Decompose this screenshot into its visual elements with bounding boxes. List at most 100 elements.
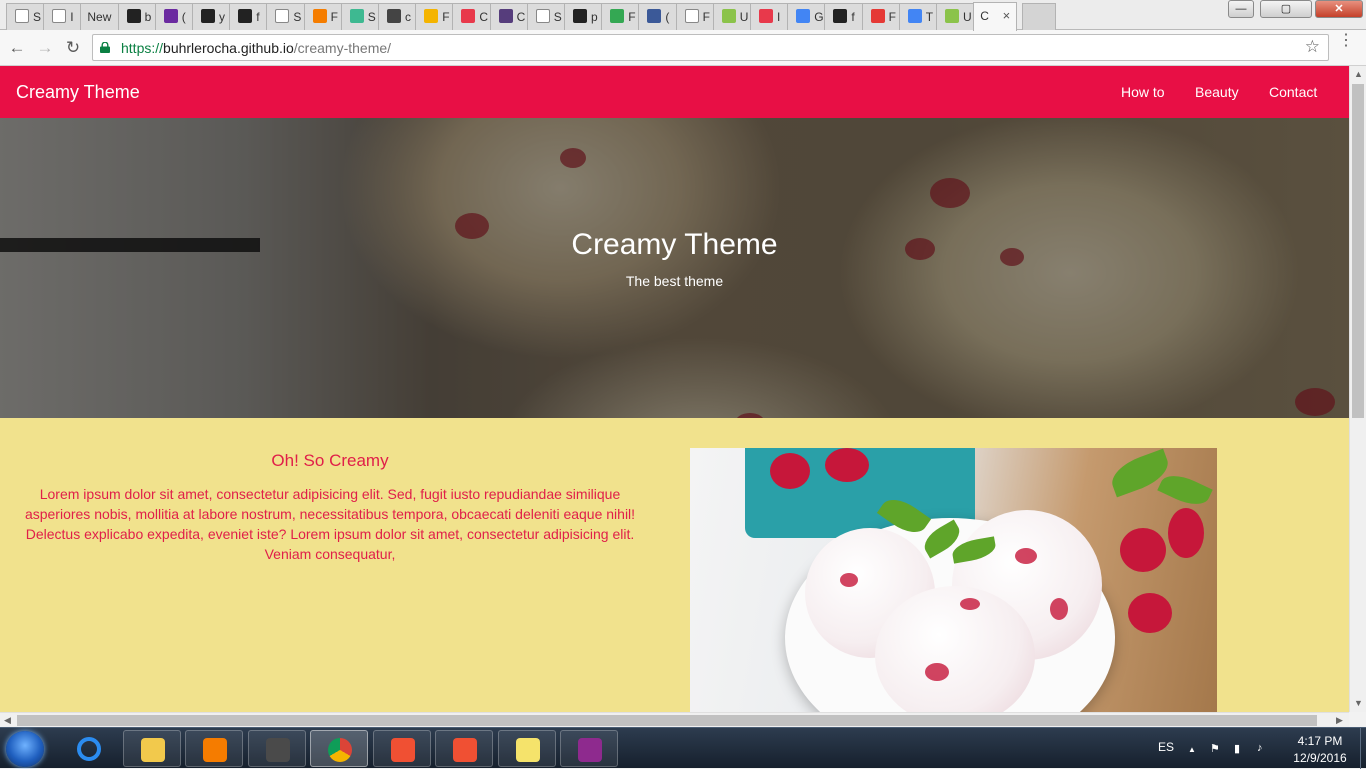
browser-tab[interactable]: U: [936, 3, 976, 30]
vertical-scrollbar[interactable]: ▲ ▼: [1349, 66, 1366, 712]
sublime-text-icon: [265, 738, 290, 762]
browser-tab[interactable]: F: [415, 3, 455, 30]
raspberry-swirl: [840, 573, 858, 587]
url-path: /creamy-theme/: [293, 40, 392, 56]
taskbar-app-internet-explorer[interactable]: [60, 730, 118, 767]
tab-title: S: [367, 10, 376, 24]
hero-title: Creamy Theme: [571, 228, 778, 261]
browser-tab[interactable]: y: [192, 3, 232, 30]
browser-tab[interactable]: (: [154, 3, 194, 30]
tray-expand-icon[interactable]: ▲: [1188, 745, 1196, 754]
power-icon[interactable]: ▮: [1234, 742, 1240, 755]
browser-tab[interactable]: f: [229, 3, 269, 30]
browser-tab[interactable]: I: [750, 3, 790, 30]
m-icon: [461, 9, 476, 23]
browser-tab[interactable]: f: [824, 3, 864, 30]
clock-date[interactable]: 12/9/2016: [1282, 751, 1358, 765]
reload-button[interactable]: ↻: [62, 37, 84, 59]
browser-tab[interactable]: S: [6, 3, 46, 30]
scroll-up-arrow-icon[interactable]: ▲: [1354, 69, 1363, 79]
browser-tab[interactable]: p: [564, 3, 604, 30]
blogger-icon: [312, 9, 327, 23]
browser-tab[interactable]: C: [489, 3, 529, 30]
show-desktop-button[interactable]: [1360, 728, 1366, 769]
browser-tab[interactable]: F: [675, 3, 715, 30]
page-icon: [275, 9, 290, 23]
taskbar-app-git-gui[interactable]: [435, 730, 493, 767]
taskbar-app-git[interactable]: [372, 730, 431, 767]
file-explorer-icon: [140, 738, 165, 762]
nav-link-contact[interactable]: Contact: [1269, 84, 1317, 100]
mail-icon: [163, 9, 178, 23]
nav-link-beauty[interactable]: Beauty: [1195, 84, 1239, 100]
browser-tab[interactable]: S: [340, 3, 380, 30]
git-gui-icon: [453, 738, 477, 762]
slack-icon: [349, 9, 364, 23]
tab-title: c: [405, 10, 411, 24]
tab-title: (: [181, 10, 186, 24]
vertical-scroll-thumb[interactable]: [1352, 84, 1364, 418]
browser-tab[interactable]: F: [601, 3, 641, 30]
tab-title: b: [144, 10, 152, 24]
close-tab-icon[interactable]: ×: [1003, 8, 1011, 23]
browser-tab[interactable]: I: [43, 3, 83, 30]
browser-menu-button[interactable]: ⋮: [1338, 33, 1354, 58]
tab-title: f: [256, 10, 260, 24]
translate-icon: [907, 9, 922, 23]
browser-tab[interactable]: (: [638, 3, 678, 30]
hero-banner: Creamy Theme The best theme: [0, 118, 1349, 418]
browser-tab[interactable]: F: [861, 3, 901, 30]
back-button[interactable]: ←: [6, 37, 28, 59]
e-icon: [721, 9, 736, 23]
browser-tab[interactable]: C: [452, 3, 492, 30]
taskbar-app-sticky-notes[interactable]: [497, 730, 556, 767]
nav-link-how-to[interactable]: How to: [1121, 84, 1165, 100]
close-window-button[interactable]: ✕: [1315, 0, 1363, 18]
action-center-flag-icon[interactable]: ⚑: [1210, 742, 1220, 755]
address-bar[interactable]: https://buhrlerocha.github.io/creamy-the…: [92, 34, 1329, 61]
browser-tab[interactable]: c: [378, 3, 418, 30]
browser-tab[interactable]: G: [787, 3, 827, 30]
tab-title: U: [963, 10, 972, 24]
site-brand-link[interactable]: Creamy Theme: [16, 82, 140, 103]
volume-icon[interactable]: ♪: [1257, 742, 1263, 754]
taskbar-app-winrar[interactable]: [560, 730, 618, 767]
browser-tab[interactable]: S: [266, 3, 306, 30]
scroll-left-arrow-icon[interactable]: ◀: [4, 715, 11, 726]
language-indicator[interactable]: ES: [1158, 740, 1174, 754]
forward-button[interactable]: →: [34, 37, 56, 59]
new-tab-button[interactable]: [1022, 3, 1057, 30]
tab-title: S: [33, 10, 42, 24]
page-icon: [684, 9, 699, 23]
tab-title: p: [591, 10, 598, 24]
raspberry-shape: [1120, 528, 1166, 572]
horizontal-scroll-thumb[interactable]: [17, 715, 1317, 726]
scroll-right-arrow-icon[interactable]: ▶: [1336, 715, 1343, 726]
browser-tab[interactable]: S: [526, 3, 566, 30]
horizontal-scrollbar[interactable]: ◀ ▶: [0, 712, 1349, 727]
browser-tab[interactable]: F: [303, 3, 343, 30]
browser-tab[interactable]: U: [712, 3, 752, 30]
start-button[interactable]: [6, 731, 44, 767]
e-icon: [945, 9, 959, 23]
maximize-button[interactable]: ▢: [1260, 0, 1312, 18]
taskbar-app-file-explorer[interactable]: [122, 730, 181, 767]
taskbar-app-chrome[interactable]: [310, 730, 368, 767]
winrar-icon: [578, 738, 602, 762]
internet-explorer-icon: [77, 737, 101, 761]
taskbar-app-sublime-text[interactable]: [247, 730, 306, 767]
sticky-notes-icon: [515, 738, 540, 762]
minimize-button[interactable]: —: [1228, 0, 1254, 18]
raspberry-swirl: [925, 663, 949, 681]
hash-icon: [387, 9, 401, 23]
browser-tab-active[interactable]: C ×: [973, 2, 1018, 31]
browser-tab[interactable]: New: [80, 3, 120, 30]
scroll-down-arrow-icon[interactable]: ▼: [1354, 698, 1363, 708]
taskbar-app-media-player[interactable]: [185, 730, 243, 767]
clock-time[interactable]: 4:17 PM: [1290, 734, 1350, 748]
browser-tab[interactable]: T: [898, 3, 938, 30]
page-viewport: Creamy Theme How to Beauty Contact Cream…: [0, 66, 1349, 712]
browser-tab[interactable]: b: [117, 3, 157, 30]
url-host: buhrlerocha.github.io: [163, 40, 294, 56]
bookmark-star-icon[interactable]: ☆: [1305, 37, 1320, 57]
